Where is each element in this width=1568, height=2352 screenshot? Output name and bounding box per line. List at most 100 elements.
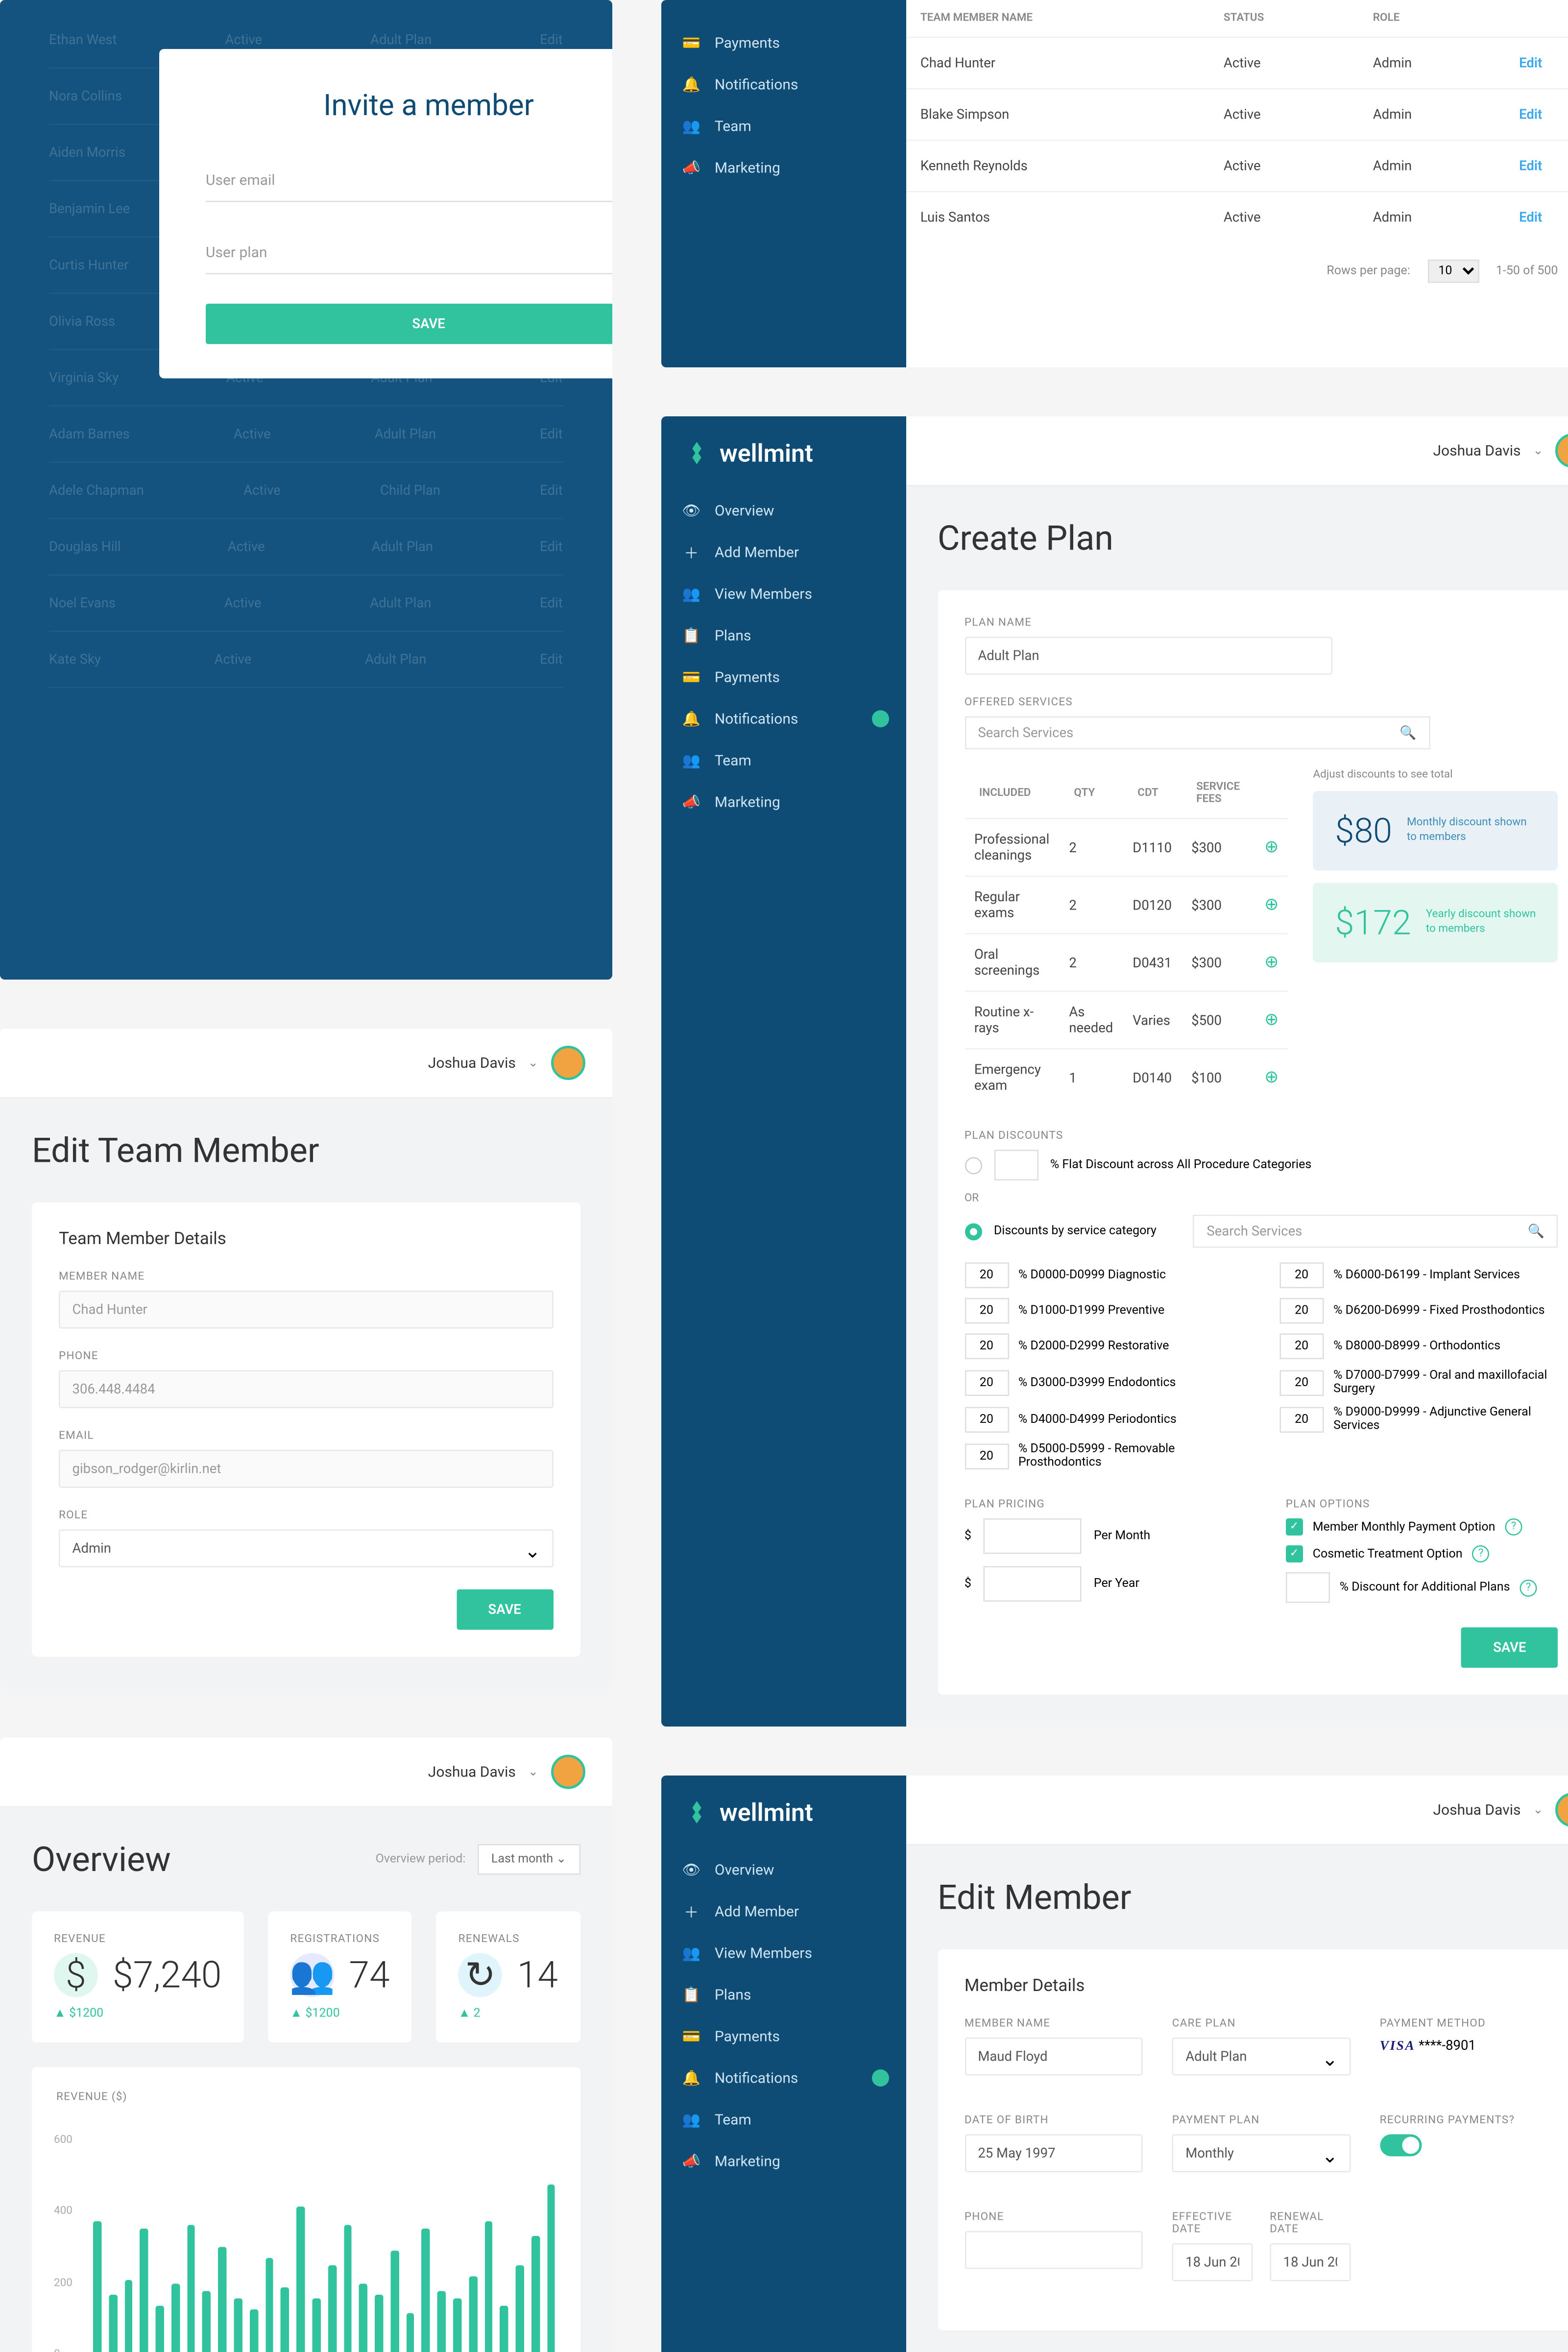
- sidebar-item-overview[interactable]: 👁Overview: [661, 490, 906, 531]
- chart-bar: [218, 2247, 227, 2352]
- notification-badge: [871, 710, 889, 727]
- chevron-down-icon: ⌄: [528, 1056, 538, 1070]
- chart-bar: [500, 2306, 508, 2352]
- member-name-input[interactable]: [965, 2038, 1143, 2076]
- cosmetic-option-checkbox[interactable]: ✓: [1286, 1545, 1303, 1562]
- sidebar-item-team[interactable]: 👥Team: [661, 2099, 906, 2140]
- page-title: Overview: [32, 1839, 171, 1880]
- sidebar-item-payments[interactable]: 💳Payments: [661, 2016, 906, 2057]
- sidebar-item-team[interactable]: 👥Team: [661, 105, 906, 147]
- user-menu[interactable]: Joshua Davis: [428, 1055, 516, 1072]
- chart-bar: [390, 2251, 399, 2352]
- help-icon[interactable]: ?: [1472, 1545, 1490, 1562]
- phone-input[interactable]: [59, 1370, 553, 1409]
- avatar[interactable]: [1556, 1793, 1568, 1827]
- sidebar-item-team[interactable]: 👥Team: [661, 740, 906, 781]
- email-input[interactable]: [59, 1450, 553, 1488]
- effective-date-input[interactable]: [1172, 2243, 1253, 2281]
- save-button[interactable]: SAVE: [206, 304, 612, 344]
- discount-category: % D6200-D6999 - Fixed Prosthodontics: [1279, 1298, 1558, 1324]
- search-categories-input[interactable]: Search Services🔍: [1193, 1215, 1558, 1248]
- search-icon: 🔍: [1528, 1224, 1544, 1240]
- chart-bar: [422, 2229, 430, 2352]
- per-year-input[interactable]: [984, 1566, 1082, 1602]
- phone-input[interactable]: [965, 2231, 1143, 2269]
- period-select[interactable]: Last month ⌄: [478, 1844, 579, 1875]
- monthly-price: $80Monthly discount shown to members: [1313, 791, 1558, 871]
- add-icon[interactable]: ⊕: [1264, 953, 1279, 972]
- per-month-input[interactable]: [984, 1518, 1082, 1554]
- sidebar-item-add-member[interactable]: ＋Add Member: [661, 531, 906, 573]
- table-row: Oral screenings2D0431$300⊕: [965, 934, 1289, 991]
- team-table-screen: 💳Payments 🔔Notifications 👥Team 📣Marketin…: [661, 0, 1568, 367]
- sidebar-item-plans[interactable]: 📋Plans: [661, 1974, 906, 2016]
- create-plan-screen: wellmint 👁Overview ＋Add Member 👥View Mem…: [661, 416, 1568, 1727]
- edit-link[interactable]: Edit: [1519, 158, 1542, 174]
- search-icon: 🔍: [1399, 725, 1416, 741]
- renewal-date-input[interactable]: [1270, 2243, 1350, 2281]
- edit-link[interactable]: Edit: [1519, 210, 1542, 226]
- user-plan-select[interactable]: User plan⌄: [206, 232, 612, 275]
- dob-input[interactable]: [965, 2135, 1143, 2173]
- flat-discount-radio[interactable]: [965, 1156, 982, 1174]
- sidebar-item-notifications[interactable]: 🔔Notifications: [661, 64, 906, 105]
- add-icon[interactable]: ⊕: [1264, 838, 1279, 857]
- edit-link[interactable]: Edit: [1519, 107, 1542, 123]
- logo: wellmint: [661, 1798, 906, 1849]
- sidebar-item-marketing[interactable]: 📣Marketing: [661, 2140, 906, 2182]
- user-menu[interactable]: Joshua Davis: [428, 1763, 516, 1780]
- add-icon[interactable]: ⊕: [1264, 1068, 1279, 1087]
- chart-bar: [469, 2277, 477, 2352]
- chart-bar: [171, 2284, 180, 2352]
- user-email-field[interactable]: User email: [206, 159, 612, 202]
- role-select[interactable]: [59, 1530, 553, 1568]
- chart-bar: [453, 2299, 461, 2352]
- avatar[interactable]: [551, 1046, 585, 1080]
- sidebar-item-add-member[interactable]: ＋Add Member: [661, 1891, 906, 1932]
- help-icon[interactable]: ?: [1520, 1579, 1537, 1596]
- sidebar-item-notifications[interactable]: 🔔Notifications: [661, 2057, 906, 2099]
- chart-bar: [484, 2221, 493, 2352]
- edit-link[interactable]: Edit: [1519, 55, 1542, 72]
- sidebar-item-marketing[interactable]: 📣Marketing: [661, 147, 906, 189]
- yearly-price: $172Yearly discount shown to members: [1313, 883, 1558, 963]
- chart-bar: [140, 2229, 148, 2352]
- chart-bar: [375, 2295, 383, 2352]
- category-discount-radio[interactable]: [965, 1223, 982, 1240]
- card-title: Team Member Details: [59, 1229, 553, 1249]
- chart-bar: [187, 2225, 195, 2352]
- table-row: Chad HunterActiveAdminEdit: [906, 37, 1568, 89]
- sidebar-item-marketing[interactable]: 📣Marketing: [661, 781, 906, 823]
- chart-bar: [547, 2184, 555, 2352]
- chart-bar: [265, 2258, 273, 2352]
- table-row: Luis SantosActiveAdminEdit: [906, 192, 1568, 242]
- save-button[interactable]: SAVE: [456, 1589, 553, 1630]
- renewals-stat: RENEWALS ↻14 ▲ 2: [436, 1912, 580, 2043]
- discount-category: % D6000-D6199 - Implant Services: [1279, 1263, 1558, 1289]
- search-services-input[interactable]: Search Services🔍: [965, 717, 1430, 750]
- sidebar-item-view-members[interactable]: 👥View Members: [661, 1932, 906, 1974]
- sidebar-item-overview[interactable]: 👁Overview: [661, 1849, 906, 1891]
- help-icon[interactable]: ?: [1505, 1518, 1522, 1536]
- sidebar-item-view-members[interactable]: 👥View Members: [661, 573, 906, 615]
- sidebar-item-payments[interactable]: 💳Payments: [661, 22, 906, 64]
- add-icon[interactable]: ⊕: [1264, 1010, 1279, 1030]
- save-button[interactable]: SAVE: [1461, 1628, 1558, 1668]
- discount-category: % D1000-D1999 Preventive: [965, 1298, 1243, 1324]
- recurring-toggle[interactable]: [1380, 2135, 1422, 2157]
- sidebar-item-payments[interactable]: 💳Payments: [661, 656, 906, 698]
- discount-category: % D7000-D7999 - Oral and maxillofacial S…: [1279, 1369, 1558, 1396]
- avatar[interactable]: [551, 1755, 585, 1789]
- plan-name-input[interactable]: [965, 637, 1332, 675]
- discount-category: % D5000-D5999 - Removable Prosthodontics: [965, 1442, 1243, 1469]
- sidebar-item-notifications[interactable]: 🔔Notifications: [661, 698, 906, 740]
- pagination[interactable]: Rows per page: 10 1-50 of 500 ‹ ›: [906, 242, 1568, 300]
- monthly-option-checkbox[interactable]: ✓: [1286, 1518, 1303, 1536]
- avatar[interactable]: [1556, 433, 1568, 468]
- page-title: Edit Member: [906, 1846, 1568, 1950]
- discount-category: % D8000-D8999 - Orthodontics: [1279, 1334, 1558, 1360]
- revenue-stat: REVENUE $$7,240 ▲ $1200: [32, 1912, 243, 2043]
- member-name-input[interactable]: [59, 1291, 553, 1329]
- sidebar-item-plans[interactable]: 📋Plans: [661, 615, 906, 656]
- add-icon[interactable]: ⊕: [1264, 895, 1279, 915]
